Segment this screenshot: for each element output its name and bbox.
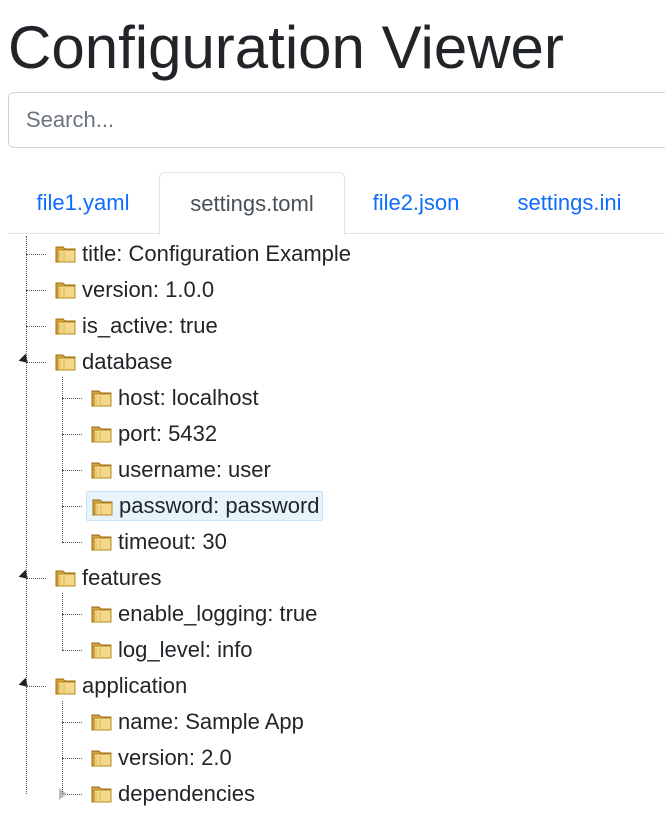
- tree-node-label: timeout: 30: [118, 529, 227, 554]
- tree-node-label: database: [82, 349, 173, 374]
- folder-icon: [91, 606, 112, 623]
- folder-icon: [91, 390, 112, 407]
- folder-icon: [55, 318, 76, 335]
- tab-settings-ini[interactable]: settings.ini: [488, 172, 651, 234]
- tree-horizontal-guide: [62, 434, 82, 435]
- tree-node[interactable]: version: 2.0: [86, 743, 239, 773]
- tree-node-label: application: [82, 673, 188, 698]
- tree-node[interactable]: is_active: true: [50, 311, 225, 341]
- folder-icon: [92, 499, 113, 516]
- tree-horizontal-guide: [26, 686, 46, 687]
- tab-settings-toml[interactable]: settings.toml: [159, 172, 345, 235]
- tree-node[interactable]: enable_logging: true: [86, 599, 324, 629]
- tree-node[interactable]: log_level: info: [86, 635, 260, 665]
- file-tabs: file1.yaml settings.toml file2.json sett…: [8, 172, 665, 235]
- tree-node[interactable]: timeout: 30: [86, 527, 234, 557]
- tree-horizontal-guide: [26, 362, 46, 363]
- collapse-toggle-icon[interactable]: [18, 569, 32, 583]
- folder-icon: [55, 282, 76, 299]
- tree-node-label: port: 5432: [118, 421, 218, 446]
- tree-horizontal-guide: [62, 398, 82, 399]
- tree-horizontal-guide: [62, 470, 82, 471]
- page-title: Configuration Viewer: [8, 14, 564, 81]
- tree-node[interactable]: name: Sample App: [86, 707, 311, 737]
- folder-icon: [91, 534, 112, 551]
- tree-horizontal-guide: [26, 578, 46, 579]
- tree-horizontal-guide: [26, 254, 46, 255]
- tree-node[interactable]: features: [50, 563, 169, 593]
- tree-horizontal-guide: [62, 506, 82, 507]
- tree-node[interactable]: version: 1.0.0: [50, 275, 221, 305]
- tree-horizontal-guide: [62, 722, 82, 723]
- tree-node[interactable]: dependencies: [86, 779, 262, 809]
- collapse-toggle-icon[interactable]: [18, 353, 32, 367]
- tree-vertical-guide: [26, 236, 27, 794]
- tree-node[interactable]: port: 5432: [86, 419, 224, 449]
- tree-node-label: host: localhost: [118, 385, 259, 410]
- tree-node[interactable]: database: [50, 347, 180, 377]
- tree-horizontal-guide: [26, 326, 46, 327]
- tree-node-label: version: 1.0.0: [82, 277, 215, 302]
- folder-icon: [55, 354, 76, 371]
- tree-horizontal-guide: [62, 614, 82, 615]
- tree-node[interactable]: host: localhost: [86, 383, 266, 413]
- tree-node-label: password: password: [119, 493, 320, 518]
- folder-icon: [55, 570, 76, 587]
- search-input[interactable]: [8, 92, 665, 148]
- folder-icon: [91, 642, 112, 659]
- tree-node[interactable]: title: Configuration Example: [50, 239, 358, 269]
- tree-node[interactable]: username: user: [86, 455, 278, 485]
- tree-node-label: enable_logging: true: [118, 601, 318, 626]
- tab-file1-yaml[interactable]: file1.yaml: [8, 172, 158, 234]
- expand-toggle-icon[interactable]: [59, 788, 67, 800]
- tree-node-label: username: user: [118, 457, 271, 482]
- folder-icon: [91, 714, 112, 731]
- tab-file2-json[interactable]: file2.json: [348, 172, 484, 234]
- folder-icon: [91, 750, 112, 767]
- tree-horizontal-guide: [62, 542, 82, 543]
- collapse-toggle-icon[interactable]: [18, 677, 32, 691]
- tree-node-label: features: [82, 565, 162, 590]
- config-tree: title: Configuration Example version: 1.0…: [0, 236, 665, 836]
- tree-vertical-guide: [62, 593, 63, 650]
- tree-node-label: log_level: info: [118, 637, 253, 662]
- tree-node-label: version: 2.0: [118, 745, 232, 770]
- folder-icon: [55, 678, 76, 695]
- tree-horizontal-guide: [62, 650, 82, 651]
- tree-vertical-guide: [62, 377, 63, 542]
- tree-vertical-guide: [62, 701, 63, 794]
- tree-node[interactable]: password: password: [86, 491, 323, 521]
- folder-icon: [91, 462, 112, 479]
- tree-node-label: name: Sample App: [118, 709, 304, 734]
- folder-icon: [55, 246, 76, 263]
- tree-node-label: dependencies: [118, 781, 256, 806]
- folder-icon: [91, 786, 112, 803]
- tree-node-label: title: Configuration Example: [82, 241, 352, 266]
- tree-horizontal-guide: [62, 758, 82, 759]
- folder-icon: [91, 426, 112, 443]
- tree-node[interactable]: application: [50, 671, 194, 701]
- tree-horizontal-guide: [26, 290, 46, 291]
- tree-node-label: is_active: true: [82, 313, 218, 338]
